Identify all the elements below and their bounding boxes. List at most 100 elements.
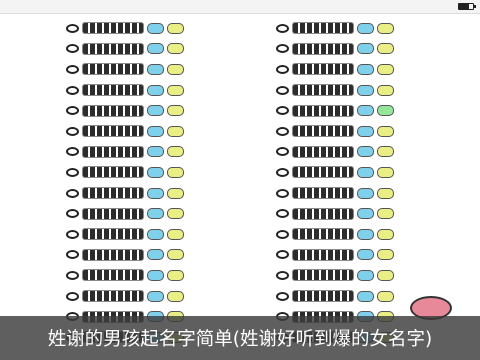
score-badge [377, 208, 394, 220]
score-badge [167, 228, 184, 240]
name-row[interactable] [66, 183, 216, 204]
name-text [82, 228, 144, 241]
radio-icon[interactable] [66, 44, 79, 54]
radio-icon[interactable] [66, 209, 79, 219]
score-badge [377, 63, 394, 75]
element-badge [357, 249, 374, 261]
radio-icon[interactable] [66, 64, 79, 74]
name-row[interactable] [276, 162, 426, 183]
radio-icon[interactable] [276, 188, 289, 198]
name-row[interactable] [66, 100, 216, 121]
element-badge [147, 43, 164, 55]
radio-icon[interactable] [66, 188, 79, 198]
radio-icon[interactable] [276, 44, 289, 54]
element-badge [357, 208, 374, 220]
name-row[interactable] [276, 80, 426, 101]
name-row[interactable] [276, 39, 426, 60]
radio-icon[interactable] [66, 85, 79, 95]
name-text [82, 22, 144, 35]
element-badge [357, 146, 374, 158]
radio-icon[interactable] [276, 270, 289, 280]
element-badge [357, 22, 374, 34]
name-text [82, 207, 144, 220]
radio-icon[interactable] [66, 147, 79, 157]
score-badge [377, 146, 394, 158]
radio-icon[interactable] [66, 167, 79, 177]
name-text [82, 145, 144, 158]
name-text [292, 269, 354, 282]
element-badge [147, 125, 164, 137]
name-row[interactable] [276, 59, 426, 80]
name-text [82, 269, 144, 282]
radio-icon[interactable] [276, 147, 289, 157]
name-row[interactable] [276, 203, 426, 224]
element-badge [357, 125, 374, 137]
radio-icon[interactable] [276, 167, 289, 177]
radio-icon[interactable] [276, 23, 289, 33]
radio-icon[interactable] [66, 106, 79, 116]
radio-icon[interactable] [66, 250, 79, 260]
name-row[interactable] [66, 286, 216, 307]
element-badge [357, 105, 374, 117]
name-row[interactable] [276, 121, 426, 142]
name-row[interactable] [66, 245, 216, 266]
name-text [292, 248, 354, 261]
name-row[interactable] [276, 245, 426, 266]
name-row[interactable] [276, 100, 426, 121]
radio-icon[interactable] [276, 209, 289, 219]
radio-icon[interactable] [276, 64, 289, 74]
score-badge [377, 290, 394, 302]
name-text [292, 207, 354, 220]
element-badge [357, 63, 374, 75]
name-row[interactable] [66, 224, 216, 245]
name-row[interactable] [66, 59, 216, 80]
radio-icon[interactable] [276, 250, 289, 260]
element-badge [147, 105, 164, 117]
radio-icon[interactable] [276, 106, 289, 116]
name-row[interactable] [66, 142, 216, 163]
element-badge [147, 22, 164, 34]
radio-icon[interactable] [66, 270, 79, 280]
name-row[interactable] [276, 265, 426, 286]
radio-icon[interactable] [66, 291, 79, 301]
radio-icon[interactable] [66, 23, 79, 33]
name-row[interactable] [66, 39, 216, 60]
radio-icon[interactable] [276, 229, 289, 239]
score-badge [167, 269, 184, 281]
name-list [0, 14, 480, 344]
name-text [292, 84, 354, 97]
score-badge [377, 22, 394, 34]
name-row[interactable] [276, 142, 426, 163]
radio-icon[interactable] [66, 229, 79, 239]
name-row[interactable] [276, 183, 426, 204]
radio-icon[interactable] [276, 85, 289, 95]
score-badge [377, 269, 394, 281]
score-badge [377, 125, 394, 137]
name-row[interactable] [66, 162, 216, 183]
name-row[interactable] [276, 18, 426, 39]
score-badge [167, 43, 184, 55]
name-text [292, 145, 354, 158]
battery-indicator [455, 2, 476, 11]
name-column-right [276, 18, 426, 348]
radio-icon[interactable] [276, 291, 289, 301]
name-row[interactable] [66, 80, 216, 101]
name-text [82, 290, 144, 303]
score-badge [167, 105, 184, 117]
name-text [292, 187, 354, 200]
name-row[interactable] [66, 265, 216, 286]
name-text [292, 125, 354, 138]
name-row[interactable] [66, 203, 216, 224]
element-badge [147, 146, 164, 158]
name-row[interactable] [276, 286, 426, 307]
name-row[interactable] [66, 121, 216, 142]
score-badge [377, 228, 394, 240]
name-row[interactable] [66, 18, 216, 39]
element-badge [147, 269, 164, 281]
caption-banner: 姓谢的男孩起名字简单(姓谢好听到爆的女名字) [0, 316, 480, 360]
name-row[interactable] [276, 224, 426, 245]
name-text [82, 248, 144, 261]
score-badge [167, 187, 184, 199]
radio-icon[interactable] [276, 126, 289, 136]
radio-icon[interactable] [66, 126, 79, 136]
